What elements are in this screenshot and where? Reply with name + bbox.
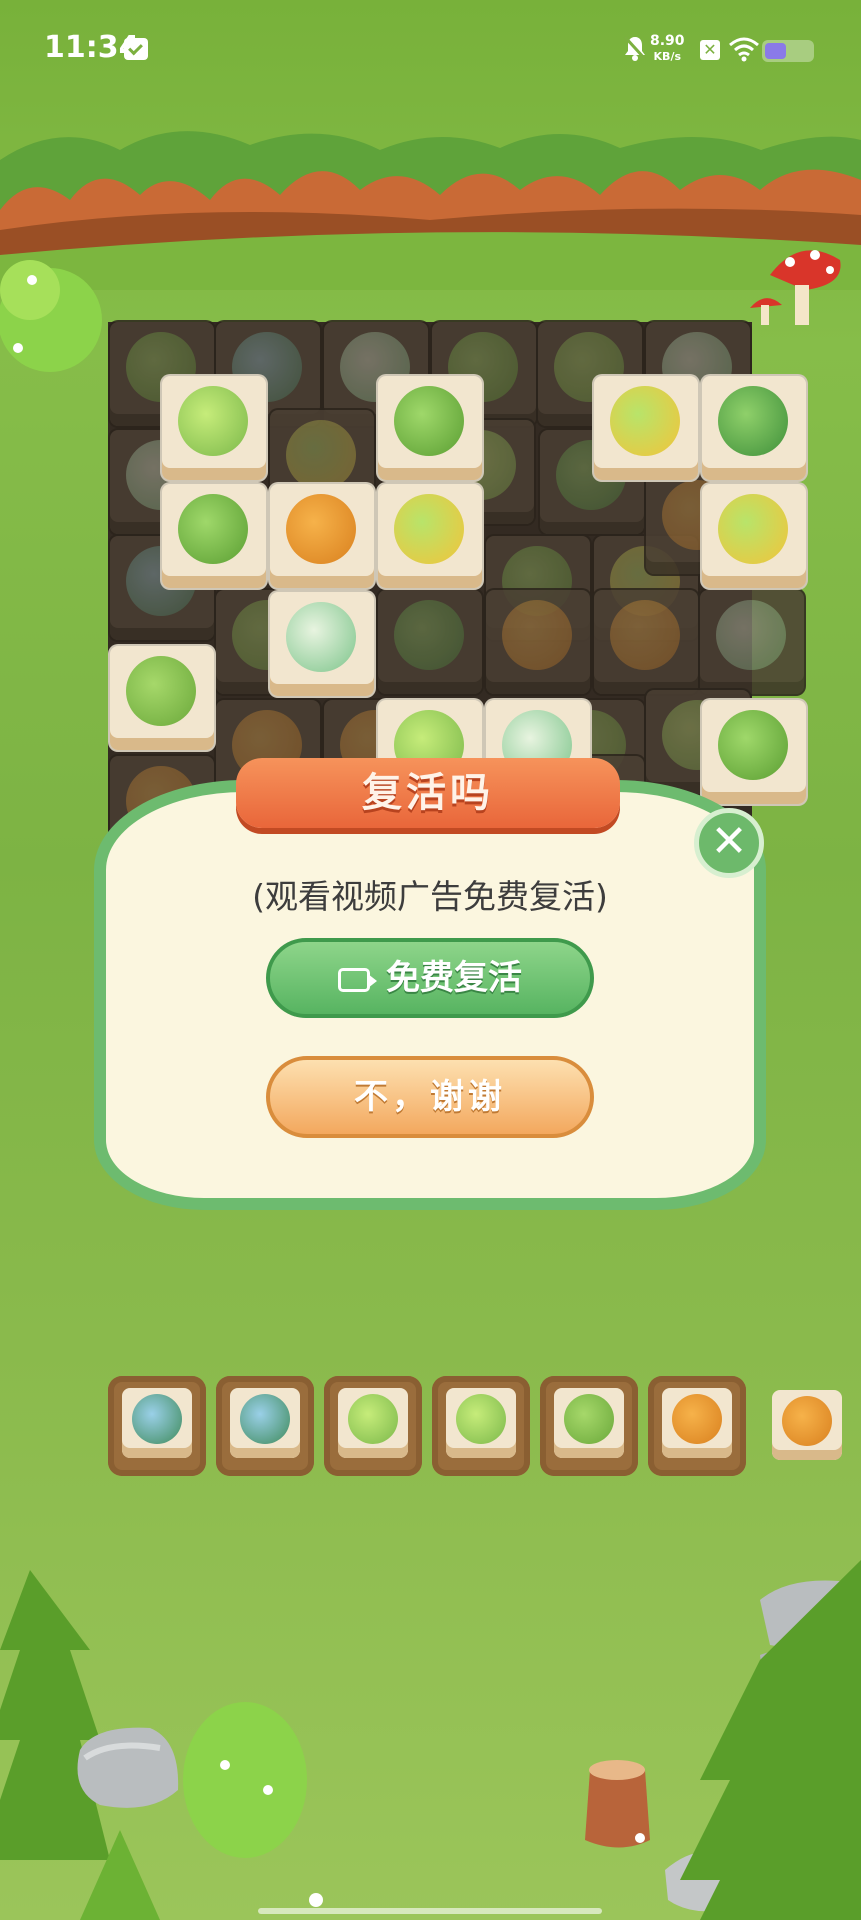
green-cat-icon xyxy=(126,656,196,726)
tray-slot xyxy=(108,1376,206,1476)
tray-slot xyxy=(432,1376,530,1476)
green-frog-hat-icon xyxy=(718,710,788,780)
dialog-title-banner: 复活吗 xyxy=(236,758,620,828)
orange-blob-icon xyxy=(286,494,356,564)
network-speed: 8.90 KB/s xyxy=(650,34,685,64)
decline-label: 不，谢谢 xyxy=(354,1077,506,1117)
board-tile xyxy=(378,590,482,694)
green-sprout-bud-icon xyxy=(348,1394,398,1444)
pine-tree-left xyxy=(0,1570,160,1920)
free-revive-button[interactable]: 免费复活 xyxy=(266,938,594,1018)
message-notification-icon xyxy=(124,38,148,60)
extra-tile[interactable] xyxy=(772,1390,842,1460)
green-frog-hat-icon xyxy=(394,386,464,456)
flower-icon xyxy=(309,1833,645,1907)
pink-crest-bird-icon xyxy=(716,600,786,670)
yellow-duck-sprout-icon xyxy=(610,386,680,456)
tray-tile xyxy=(662,1388,732,1458)
orange-blob-icon xyxy=(782,1396,832,1446)
board-tile[interactable] xyxy=(378,484,482,588)
board-tile[interactable] xyxy=(702,484,806,588)
yellow-duck-sprout-icon xyxy=(394,494,464,564)
decline-button[interactable]: 不，谢谢 xyxy=(266,1056,594,1138)
bush-bottom-left xyxy=(183,1702,307,1858)
mute-bell-icon xyxy=(623,35,647,61)
orange-blob-icon xyxy=(672,1394,722,1444)
tray-slot xyxy=(324,1376,422,1476)
tray-tile xyxy=(446,1388,516,1458)
board-tile[interactable] xyxy=(702,376,806,480)
battery-level xyxy=(765,43,786,59)
status-bar: 11:34 8.90 KB/s ✕ xyxy=(0,0,861,100)
rock-left xyxy=(77,1727,179,1808)
green-frog-hat-icon xyxy=(178,494,248,564)
board-tile[interactable] xyxy=(270,592,374,696)
orange-blob-icon xyxy=(610,600,680,670)
orange-blob-icon xyxy=(502,600,572,670)
close-icon: ✕ xyxy=(710,816,748,867)
yellow-duck-sprout-icon xyxy=(286,420,356,490)
tree-stump-icon xyxy=(585,1760,650,1848)
tray-slot xyxy=(540,1376,638,1476)
pine-tree-right xyxy=(680,1560,861,1920)
free-revive-label: 免费复活 xyxy=(386,958,522,998)
tray-tile xyxy=(122,1388,192,1458)
green-sprout-bud-icon xyxy=(456,1394,506,1444)
board-tile[interactable] xyxy=(270,484,374,588)
board-tile[interactable] xyxy=(378,376,482,480)
hills-background xyxy=(0,131,861,290)
network-speed-unit: KB/s xyxy=(653,50,682,63)
xbox-icon: ✕ xyxy=(700,40,720,60)
tray-tile xyxy=(338,1388,408,1458)
tray-slot xyxy=(648,1376,746,1476)
tray-tile xyxy=(554,1388,624,1458)
cactus-frog-icon xyxy=(718,386,788,456)
board-tile xyxy=(486,590,590,694)
video-icon xyxy=(338,967,377,992)
turtle-icon xyxy=(132,1394,182,1444)
board-tile xyxy=(594,590,698,694)
dialog-subtitle: (观看视频广告免费复活) xyxy=(252,877,608,916)
yellow-duck-sprout-icon xyxy=(718,494,788,564)
network-speed-value: 8.90 xyxy=(650,33,685,49)
board-tile[interactable] xyxy=(594,376,698,480)
turtle-icon xyxy=(240,1394,290,1444)
green-sprout-bud-icon xyxy=(178,386,248,456)
board-tile xyxy=(700,590,804,694)
dialog-title: 复活吗 xyxy=(362,770,494,816)
green-cat-icon xyxy=(564,1394,614,1444)
board-tile[interactable] xyxy=(110,646,214,750)
board-tile[interactable] xyxy=(162,376,266,480)
tray-slot xyxy=(216,1376,314,1476)
pink-crest-bird-icon xyxy=(286,602,356,672)
close-button[interactable]: ✕ xyxy=(694,808,764,878)
cactus-frog-icon xyxy=(394,600,464,670)
board-tile[interactable] xyxy=(162,484,266,588)
home-indicator xyxy=(258,1908,602,1914)
battery-icon xyxy=(762,40,814,62)
board-tile[interactable] xyxy=(702,700,806,804)
rocks-right xyxy=(665,1580,861,1912)
wifi-icon xyxy=(729,37,759,62)
tray-tile xyxy=(230,1388,300,1458)
